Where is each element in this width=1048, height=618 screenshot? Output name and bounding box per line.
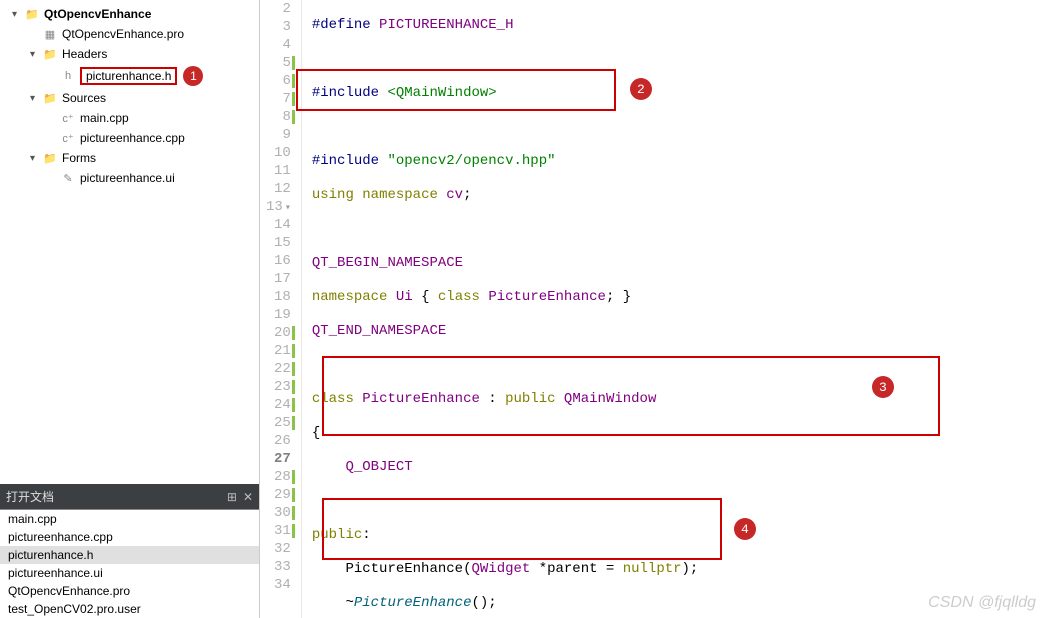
- tree-pro-file[interactable]: ▦ QtOpencvEnhance.pro: [0, 24, 259, 44]
- sidebar: ▾ 📁 QtOpencvEnhance ▦ QtOpencvEnhance.pr…: [0, 0, 260, 618]
- chevron-down-icon[interactable]: ▾: [30, 93, 42, 104]
- line-gutter: 2345678910111213▾14151617181920212223242…: [260, 0, 302, 618]
- tree-project[interactable]: ▾ 📁 QtOpencvEnhance: [0, 4, 259, 24]
- file-label: QtOpencvEnhance.pro: [62, 27, 184, 41]
- folder-label: Headers: [62, 47, 107, 61]
- doc-item[interactable]: main.cpp: [0, 510, 259, 528]
- folder-label: Forms: [62, 151, 96, 165]
- tree-sources-folder[interactable]: ▾ 📁 Sources: [0, 88, 259, 108]
- tree-forms-folder[interactable]: ▾ 📁 Forms: [0, 148, 259, 168]
- tree-main-cpp[interactable]: c⁺ main.cpp: [0, 108, 259, 128]
- folder-label: Sources: [62, 91, 106, 105]
- cpp-file-icon: c⁺: [60, 130, 76, 146]
- tree-ui-file[interactable]: ✎ pictureenhance.ui: [0, 168, 259, 188]
- docs-header[interactable]: 打开文档 ⊞ ✕: [0, 484, 259, 509]
- project-tree[interactable]: ▾ 📁 QtOpencvEnhance ▦ QtOpencvEnhance.pr…: [0, 0, 259, 484]
- folder-icon: 📁: [42, 150, 58, 166]
- doc-item[interactable]: test_OpenCV02.pro.user: [0, 600, 259, 618]
- doc-item-selected[interactable]: picturenhance.h: [0, 546, 259, 564]
- chevron-down-icon[interactable]: ▾: [30, 153, 42, 164]
- open-documents-panel: 打开文档 ⊞ ✕ main.cpp pictureenhance.cpp pic…: [0, 484, 259, 618]
- chevron-down-icon[interactable]: ▾: [12, 9, 24, 20]
- code-editor[interactable]: 2345678910111213▾14151617181920212223242…: [260, 0, 1048, 618]
- file-label: pictureenhance.cpp: [80, 131, 185, 145]
- close-icon[interactable]: ✕: [243, 490, 253, 504]
- tree-headers-folder[interactable]: ▾ 📁 Headers: [0, 44, 259, 64]
- folder-icon: 📁: [24, 6, 40, 22]
- code-area[interactable]: #define PICTUREENHANCE_H #include <QMain…: [302, 0, 1048, 618]
- cpp-file-icon: c⁺: [60, 110, 76, 126]
- folder-icon: 📁: [42, 46, 58, 62]
- chevron-down-icon[interactable]: ▾: [30, 49, 42, 60]
- file-label: pictureenhance.ui: [80, 171, 175, 185]
- qt-icon: ▦: [42, 26, 58, 42]
- project-label: QtOpencvEnhance: [44, 7, 151, 21]
- doc-item[interactable]: QtOpencvEnhance.pro: [0, 582, 259, 600]
- docs-list[interactable]: main.cpp pictureenhance.cpp picturenhanc…: [0, 509, 259, 618]
- h-file-icon: h: [60, 68, 76, 84]
- docs-title: 打开文档: [6, 488, 54, 505]
- split-icon[interactable]: ⊞: [227, 490, 237, 504]
- ui-file-icon: ✎: [60, 170, 76, 186]
- tree-header-file[interactable]: h picturenhance.h 1: [0, 64, 259, 88]
- callout-1: 1: [183, 66, 203, 86]
- folder-icon: 📁: [42, 90, 58, 106]
- file-label-selected: picturenhance.h: [80, 67, 177, 85]
- file-label: main.cpp: [80, 111, 129, 125]
- doc-item[interactable]: pictureenhance.cpp: [0, 528, 259, 546]
- doc-item[interactable]: pictureenhance.ui: [0, 564, 259, 582]
- tree-pe-cpp[interactable]: c⁺ pictureenhance.cpp: [0, 128, 259, 148]
